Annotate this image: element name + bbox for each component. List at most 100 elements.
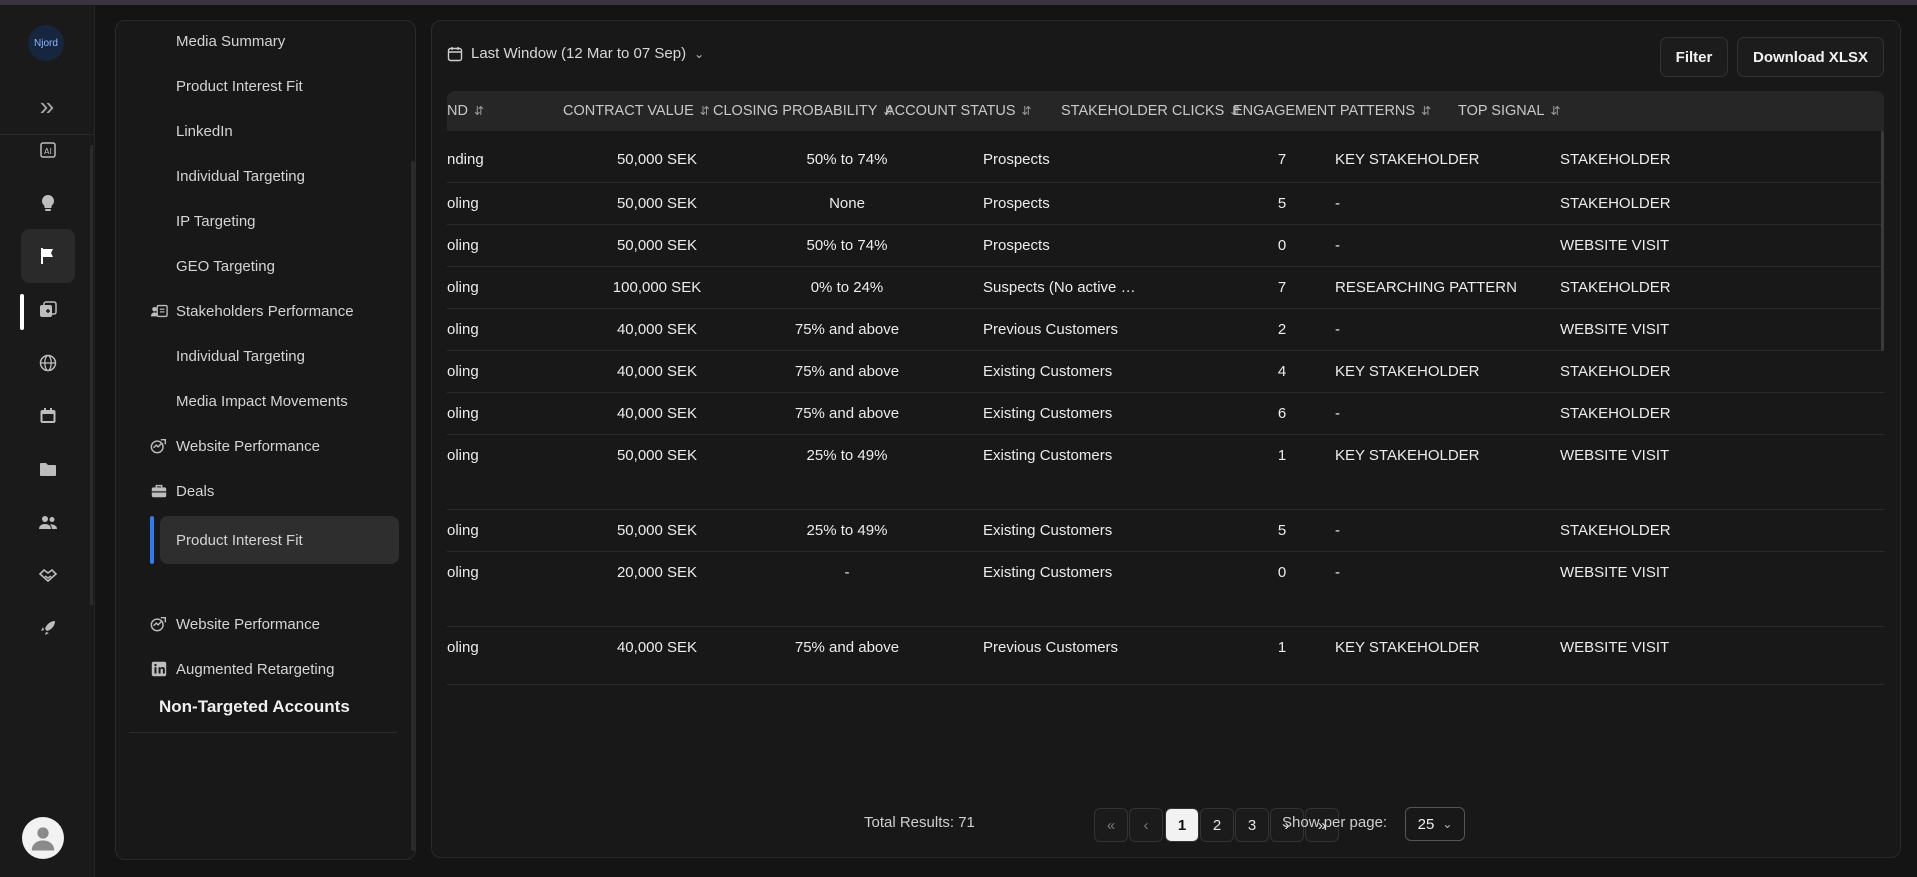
rail-item-lightbulb[interactable] bbox=[28, 183, 68, 223]
sidebar-item[interactable]: Media Impact Movements bbox=[116, 381, 396, 421]
rail-item-ai[interactable]: AI bbox=[28, 130, 68, 170]
engagement-patterns-cell: - bbox=[1335, 564, 1340, 581]
prev-page-button[interactable]: ‹ bbox=[1129, 808, 1163, 842]
download-xlsx-button[interactable]: Download XLSX bbox=[1737, 37, 1884, 77]
table-row[interactable]: oling 20,000 SEK - Existing Customers 0 - WEBS… bbox=[447, 551, 1884, 627]
section-divider bbox=[129, 732, 397, 733]
account-status-cell: Existing Customers bbox=[983, 363, 1113, 380]
sidebar-item[interactable]: Website Performance bbox=[116, 426, 396, 466]
column-header[interactable]: ENGAGEMENT PATTERNS ⇵ bbox=[1233, 91, 1431, 131]
ai-icon: AI bbox=[40, 142, 56, 158]
per-page-value: 25 bbox=[1417, 815, 1435, 833]
table-scrollbar[interactable] bbox=[1881, 131, 1884, 351]
engagement-patterns-cell: KEY STAKEHOLDER bbox=[1335, 363, 1480, 380]
table-row[interactable]: oling 40,000 SEK 75% and above Previous Cus… bbox=[447, 626, 1884, 685]
sidebar-item[interactable]: Media Summary bbox=[116, 21, 396, 61]
column-header[interactable]: TOP SIGNAL ⇵ bbox=[1458, 91, 1561, 131]
sidebar-item[interactable]: Product Interest Fit bbox=[116, 66, 396, 106]
rocket-icon bbox=[41, 621, 55, 635]
sidebar-item[interactable]: Individual Targeting bbox=[116, 156, 396, 196]
table-row[interactable]: oling 40,000 SEK 75% and above Existing Cus… bbox=[447, 392, 1884, 435]
column-header[interactable]: CONTRACT VALUE ⇵ bbox=[563, 91, 710, 131]
stage-cell: oling bbox=[447, 564, 479, 581]
page-button[interactable]: 1 bbox=[1165, 808, 1199, 842]
rail-item-handshake[interactable] bbox=[28, 555, 68, 595]
top-signal-cell: STAKEHOLDER bbox=[1560, 279, 1671, 296]
sidebar-item[interactable]: GEO Targeting bbox=[116, 246, 396, 286]
top-signal-cell: WEBSITE VISIT bbox=[1560, 447, 1670, 464]
sidebar-scrollbar[interactable] bbox=[411, 161, 415, 851]
top-signal-cell: STAKEHOLDER bbox=[1560, 522, 1671, 539]
contract-value-cell: 40,000 SEK bbox=[616, 405, 698, 422]
table-row[interactable]: nding 50,000 SEK 50% to 74% Prospects 7 KEY S… bbox=[447, 131, 1884, 183]
closing-probability-cell: 75% and above bbox=[794, 405, 900, 422]
nav-item-label: GEO Targeting bbox=[176, 257, 275, 275]
table-row[interactable]: oling 50,000 SEK None Prospects 5 - STAKEHOLDE… bbox=[447, 182, 1884, 225]
stakeholder-clicks-cell: 5 bbox=[1277, 522, 1287, 539]
top-signal-cell: STAKEHOLDER bbox=[1560, 151, 1671, 168]
table-row[interactable]: oling 50,000 SEK 25% to 49% Existing Custom… bbox=[447, 434, 1884, 510]
page-button[interactable]: 3 bbox=[1235, 808, 1269, 842]
first-page-button[interactable]: « bbox=[1094, 808, 1128, 842]
table-row[interactable]: oling 40,000 SEK 75% and above Previous Cus… bbox=[447, 308, 1884, 351]
rail-item-globe[interactable] bbox=[28, 343, 68, 383]
table-row[interactable]: oling 40,000 SEK 75% and above Existing Cus… bbox=[447, 350, 1884, 393]
sidebar-item[interactable]: Product Interest Fit bbox=[116, 516, 399, 564]
column-header[interactable]: ND ⇵ bbox=[447, 91, 484, 131]
active-rail-indicator bbox=[20, 294, 24, 330]
top-signal-cell: STAKEHOLDER bbox=[1560, 405, 1671, 422]
column-header[interactable]: STAKEHOLDER CLICKS ⇵ bbox=[1061, 91, 1240, 131]
sidebar-item[interactable]: IP Targeting bbox=[116, 201, 396, 241]
page-button[interactable]: 2 bbox=[1200, 808, 1234, 842]
non-targeted-sidebar-item[interactable]: Website Performance bbox=[116, 604, 396, 644]
nav-item-label: IP Targeting bbox=[176, 212, 256, 230]
column-header[interactable]: CLOSING PROBABILITY ⇵ bbox=[713, 91, 893, 131]
sidebar-item[interactable]: Stakeholders Performance bbox=[116, 291, 396, 331]
expand-sidebar-icon[interactable]: » bbox=[34, 93, 60, 119]
sort-icon: ⇵ bbox=[1421, 104, 1432, 118]
nav-item-label: Media Summary bbox=[176, 32, 286, 50]
stage-cell: oling bbox=[447, 363, 479, 380]
top-signal-cell: WEBSITE VISIT bbox=[1560, 237, 1670, 254]
nav-item-label: LinkedIn bbox=[176, 122, 233, 140]
section-sidebar: Media Summary Product Interest Fit LinkedI… bbox=[115, 20, 416, 860]
column-header-label: CLOSING PROBABILITY bbox=[713, 103, 878, 119]
pagination: Total Results: 71 « ‹ 123 › » Show per p… bbox=[432, 806, 1900, 846]
engagement-patterns-cell: - bbox=[1335, 195, 1340, 212]
rail-item-calendar[interactable] bbox=[28, 396, 68, 436]
calendar-icon bbox=[40, 408, 56, 423]
icon-rail: Njord » AI bbox=[0, 5, 95, 877]
date-range-dropdown[interactable]: Last Window (12 Mar to 07 Sep) ⌄ bbox=[447, 45, 704, 62]
table-row[interactable]: oling 50,000 SEK 25% to 49% Existing Custom… bbox=[447, 509, 1884, 552]
per-page-select[interactable]: 25 ⌄ bbox=[1405, 807, 1465, 841]
stage-cell: oling bbox=[447, 639, 479, 656]
contract-value-cell: 50,000 SEK bbox=[616, 195, 698, 212]
rail-scrollbar[interactable] bbox=[90, 145, 93, 605]
engagement-patterns-cell: - bbox=[1335, 522, 1340, 539]
contract-value-cell: 50,000 SEK bbox=[616, 447, 698, 464]
website-performance-icon bbox=[149, 436, 169, 456]
sidebar-item[interactable]: Individual Targeting bbox=[116, 336, 396, 376]
nav-item-label: Website Performance bbox=[176, 615, 320, 633]
rail-item-users[interactable] bbox=[28, 502, 68, 542]
contract-value-cell: 50,000 SEK bbox=[616, 237, 698, 254]
account-status-cell: Prospects bbox=[983, 237, 1050, 254]
column-header[interactable]: ACCOUNT STATUS ⇵ bbox=[885, 91, 1032, 131]
non-targeted-sidebar-item[interactable]: Augmented Retargeting bbox=[116, 649, 396, 689]
sidebar-item[interactable]: LinkedIn bbox=[116, 111, 396, 151]
rail-item-add-card[interactable] bbox=[28, 290, 68, 330]
app-logo[interactable]: Njord bbox=[28, 25, 64, 61]
table-row[interactable]: oling 50,000 SEK 50% to 74% Prospects 0 - WEBS… bbox=[447, 224, 1884, 267]
rail-item-flag[interactable] bbox=[21, 229, 75, 283]
table-row[interactable]: oling 100,000 SEK 0% to 24% Suspects (No ac… bbox=[447, 266, 1884, 309]
non-targeted-accounts-heading: Non-Targeted Accounts bbox=[159, 697, 350, 716]
rail-item-rocket[interactable] bbox=[28, 608, 68, 648]
stakeholder-clicks-cell: 5 bbox=[1277, 195, 1287, 212]
sidebar-item[interactable]: Deals bbox=[116, 471, 396, 511]
window-top-border bbox=[0, 0, 1917, 5]
per-page-label: Show per page: bbox=[1282, 814, 1388, 831]
nav-item-label: Individual Targeting bbox=[176, 347, 305, 365]
filter-button[interactable]: Filter bbox=[1660, 37, 1728, 77]
user-avatar[interactable] bbox=[22, 817, 64, 859]
rail-item-folder[interactable] bbox=[28, 449, 68, 489]
